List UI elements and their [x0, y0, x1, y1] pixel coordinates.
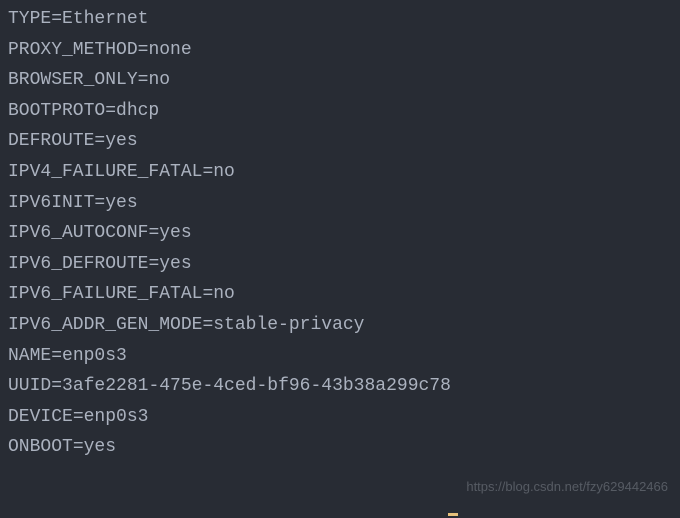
config-key: IPV6_AUTOCONF — [8, 218, 148, 249]
config-key: DEVICE — [8, 402, 73, 433]
config-value: yes — [159, 249, 191, 280]
config-value: Ethernet — [62, 4, 148, 35]
config-key: IPV6_ADDR_GEN_MODE — [8, 310, 202, 341]
config-key: IPV6INIT — [8, 188, 94, 219]
config-value: no — [213, 279, 235, 310]
config-value: enp0s3 — [84, 402, 149, 433]
config-value: yes — [84, 432, 116, 463]
config-equals: = — [51, 4, 62, 35]
config-key: IPV4_FAILURE_FATAL — [8, 157, 202, 188]
config-key: DEFROUTE — [8, 126, 94, 157]
cursor-indicator — [448, 513, 458, 516]
config-equals: = — [105, 96, 116, 127]
config-line: BOOTPROTO=dhcp — [8, 96, 672, 127]
config-line: IPV6_FAILURE_FATAL=no — [8, 279, 672, 310]
config-key: IPV6_FAILURE_FATAL — [8, 279, 202, 310]
config-equals: = — [138, 65, 149, 96]
config-value: 3afe2281-475e-4ced-bf96-43b38a299c78 — [62, 371, 451, 402]
config-equals: = — [94, 126, 105, 157]
config-equals: = — [148, 249, 159, 280]
config-value: stable-privacy — [213, 310, 364, 341]
config-key: BROWSER_ONLY — [8, 65, 138, 96]
config-line: DEVICE=enp0s3 — [8, 402, 672, 433]
config-equals: = — [73, 432, 84, 463]
config-line: IPV6_ADDR_GEN_MODE=stable-privacy — [8, 310, 672, 341]
config-equals: = — [202, 310, 213, 341]
config-file-content: TYPE=Ethernet PROXY_METHOD=none BROWSER_… — [8, 4, 672, 463]
config-value: yes — [105, 126, 137, 157]
config-key: IPV6_DEFROUTE — [8, 249, 148, 280]
config-value: yes — [159, 218, 191, 249]
config-key: NAME — [8, 341, 51, 372]
config-key: ONBOOT — [8, 432, 73, 463]
config-value: enp0s3 — [62, 341, 127, 372]
config-equals: = — [148, 218, 159, 249]
config-line: ONBOOT=yes — [8, 432, 672, 463]
watermark-text: https://blog.csdn.net/fzy629442466 — [466, 476, 668, 498]
config-equals: = — [73, 402, 84, 433]
config-value: no — [148, 65, 170, 96]
config-key: TYPE — [8, 4, 51, 35]
config-line: DEFROUTE=yes — [8, 126, 672, 157]
config-line: IPV6_DEFROUTE=yes — [8, 249, 672, 280]
config-value: dhcp — [116, 96, 159, 127]
config-line: BROWSER_ONLY=no — [8, 65, 672, 96]
config-line: IPV6INIT=yes — [8, 188, 672, 219]
config-equals: = — [138, 35, 149, 66]
config-value: yes — [105, 188, 137, 219]
config-line: IPV4_FAILURE_FATAL=no — [8, 157, 672, 188]
config-value: no — [213, 157, 235, 188]
config-line: NAME=enp0s3 — [8, 341, 672, 372]
config-line: PROXY_METHOD=none — [8, 35, 672, 66]
config-line: UUID=3afe2281-475e-4ced-bf96-43b38a299c7… — [8, 371, 672, 402]
config-equals: = — [94, 188, 105, 219]
config-equals: = — [51, 371, 62, 402]
config-key: PROXY_METHOD — [8, 35, 138, 66]
config-key: BOOTPROTO — [8, 96, 105, 127]
config-equals: = — [202, 157, 213, 188]
config-equals: = — [202, 279, 213, 310]
config-key: UUID — [8, 371, 51, 402]
config-line: IPV6_AUTOCONF=yes — [8, 218, 672, 249]
config-value: none — [148, 35, 191, 66]
config-equals: = — [51, 341, 62, 372]
config-line: TYPE=Ethernet — [8, 4, 672, 35]
